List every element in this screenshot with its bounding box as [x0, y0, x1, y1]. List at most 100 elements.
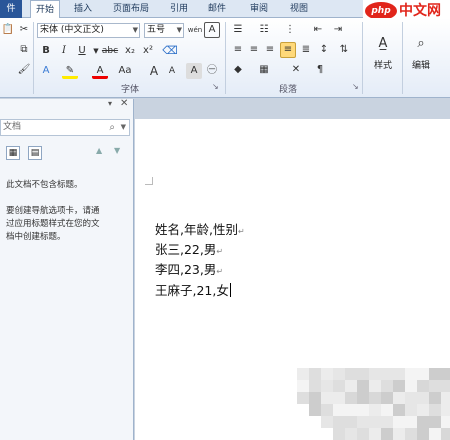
mosaic-block [381, 392, 393, 404]
group-label-font: 字体 [120, 85, 139, 95]
dialog-launcher-icon[interactable]: ↘ [212, 82, 219, 91]
document-line[interactable]: 王麻子,21,女 [155, 280, 231, 299]
mosaic-block [381, 380, 393, 392]
browse-results-icon[interactable]: ▤ [28, 146, 42, 160]
mosaic-block [429, 392, 441, 404]
superscript-button[interactable]: x² [140, 43, 156, 59]
tab-mailings[interactable]: 邮件 [202, 0, 232, 18]
dialog-launcher-icon[interactable]: ↘ [352, 82, 359, 91]
find-icon[interactable]: ⌕ [412, 36, 430, 54]
document-line-text: 张三,22,男 [155, 242, 217, 257]
mosaic-block [357, 368, 369, 380]
enclose-char-button[interactable]: ㊀ [204, 63, 220, 79]
group-separator [33, 22, 34, 94]
mosaic-block [309, 404, 321, 416]
mosaic-block [309, 392, 321, 404]
clear-format-icon[interactable]: ⌫ [162, 43, 178, 59]
multilevel-list-icon[interactable]: ⋮ [282, 22, 298, 38]
mosaic-block [297, 380, 309, 392]
paragraph-mark: ↵ [216, 267, 224, 276]
paste-icon[interactable]: 📋 [0, 22, 16, 38]
tab-insert[interactable]: 插入 [68, 0, 98, 18]
grow-font-button[interactable]: A [146, 63, 162, 79]
char-shading-button[interactable]: A [186, 63, 202, 79]
sort-icon[interactable]: ⇅ [336, 42, 352, 58]
borders-icon[interactable]: ▦ [256, 62, 272, 78]
shading-icon[interactable]: ◆ [230, 62, 246, 78]
char-border-button[interactable]: A [204, 22, 220, 38]
mosaic-block [405, 428, 417, 440]
document-line-text: 王麻子,21,女 [155, 283, 229, 298]
document-line[interactable]: 张三,22,男↵ [155, 239, 223, 258]
tab-references[interactable]: 引用 [164, 0, 194, 18]
mosaic-block [429, 380, 441, 392]
group-separator [362, 22, 363, 94]
mosaic-block [441, 380, 450, 392]
highlight-icon[interactable]: ✎ [62, 63, 78, 79]
change-case-button[interactable]: Aa [114, 63, 136, 79]
strikethrough-button[interactable]: abc [100, 43, 120, 59]
styles-icon[interactable]: A̲ [374, 36, 392, 54]
subscript-button[interactable]: x₂ [122, 43, 138, 59]
show-marks-icon[interactable]: ¶ [312, 62, 328, 78]
line-spacing-icon[interactable]: ↕ [316, 42, 332, 58]
mosaic-block [369, 404, 381, 416]
mosaic-block [405, 404, 417, 416]
tab-file[interactable]: 件 [0, 0, 22, 18]
chevron-down-icon[interactable]: ▾ [108, 99, 112, 108]
cut-icon[interactable]: ✂ [16, 22, 32, 38]
mosaic-block [441, 368, 450, 380]
bold-button[interactable]: B [38, 43, 54, 59]
chevron-down-icon[interactable]: ▼ [121, 120, 126, 135]
chevron-down-icon[interactable]: ▼ [133, 24, 138, 37]
copy-icon[interactable]: ⧉ [16, 42, 32, 58]
document-line[interactable]: 姓名,年龄,性别↵ [155, 219, 245, 238]
phonetic-guide-icon[interactable]: wén [187, 22, 203, 38]
nav-message-line: 档中创建标题。 [6, 232, 66, 242]
font-color-button[interactable]: A [92, 63, 108, 79]
mosaic-block [309, 368, 321, 380]
align-right-icon[interactable]: ≡ [262, 42, 278, 58]
chevron-down-icon[interactable]: ▼ [177, 24, 182, 37]
tab-view[interactable]: 视图 [284, 0, 314, 18]
font-size-combo[interactable]: 五号 ▼ [144, 23, 184, 38]
bullets-icon[interactable]: ☰ [230, 22, 246, 38]
group-label-paragraph: 段落 [278, 85, 297, 95]
editing-label[interactable]: 编辑 [404, 58, 438, 74]
document-line[interactable]: 李四,23,男↵ [155, 259, 223, 278]
justify-icon[interactable]: ≡ [280, 42, 296, 58]
align-center-icon[interactable]: ≡ [246, 42, 262, 58]
mosaic-block [369, 380, 381, 392]
text-effect-button[interactable]: A [38, 63, 54, 79]
font-name-combo[interactable]: 宋体 (中文正文) ▼ [37, 23, 140, 38]
nav-search-input[interactable]: 文档 ⌕ ▼ [0, 119, 130, 136]
close-icon[interactable]: ✕ [120, 98, 128, 109]
tab-review[interactable]: 审阅 [244, 0, 274, 18]
mosaic-block [405, 380, 417, 392]
mosaic-block [345, 416, 357, 428]
italic-button[interactable]: I [56, 43, 72, 59]
decrease-indent-icon[interactable]: ⇤ [310, 22, 326, 38]
asian-layout-icon[interactable]: ✕ [288, 62, 304, 78]
increase-indent-icon[interactable]: ⇥ [330, 22, 346, 38]
mosaic-block [333, 404, 345, 416]
mosaic-block [405, 416, 417, 428]
browse-pages-icon[interactable]: ▦ [6, 146, 20, 160]
mosaic-block [333, 380, 345, 392]
pixelated-overlay [297, 368, 450, 440]
mosaic-block [357, 404, 369, 416]
mosaic-block [333, 416, 345, 428]
tab-home[interactable]: 开始 [30, 0, 60, 19]
shrink-font-button[interactable]: A [164, 63, 180, 79]
search-icon[interactable]: ⌕ [109, 120, 115, 135]
numbering-icon[interactable]: ☷ [256, 22, 272, 38]
mosaic-block [381, 368, 393, 380]
styles-label[interactable]: 样式 [366, 58, 400, 74]
format-painter-icon[interactable]: 🖌 [16, 62, 32, 78]
tab-page-layout[interactable]: 页面布局 [106, 0, 156, 18]
previous-icon[interactable]: ▲ [96, 146, 102, 155]
distributed-icon[interactable]: ≣ [298, 42, 314, 58]
mosaic-block [429, 416, 441, 428]
align-left-icon[interactable]: ≡ [230, 42, 246, 58]
next-icon[interactable]: ▼ [114, 146, 120, 155]
